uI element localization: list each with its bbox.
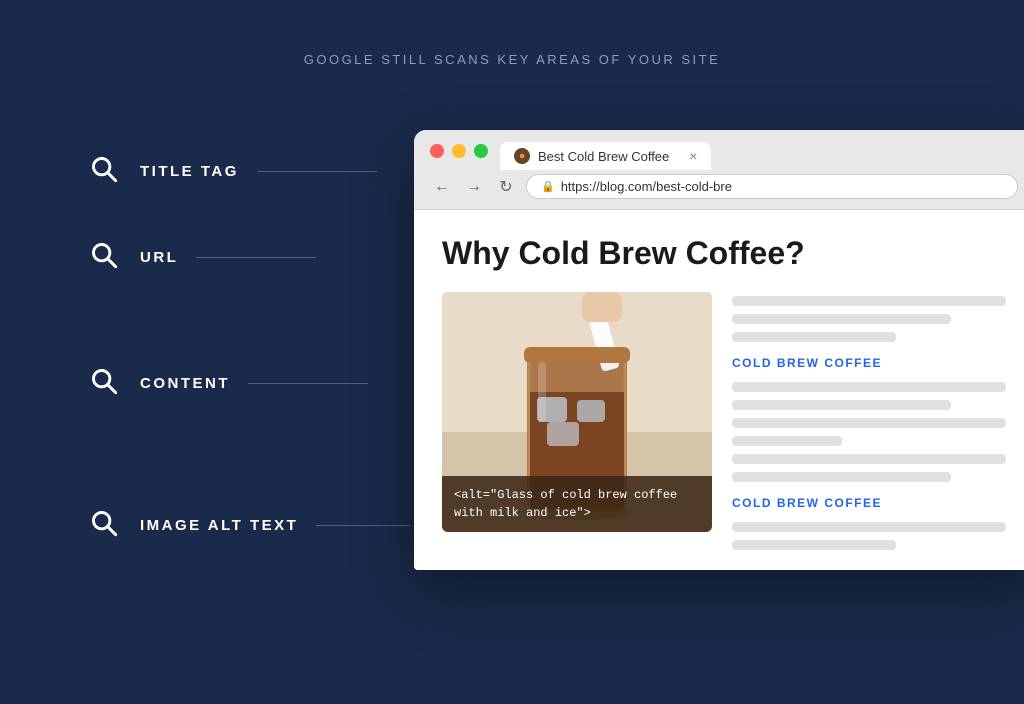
text-line-5 <box>732 400 951 410</box>
alt-text-overlay: <alt="Glass of cold brew coffee with mil… <box>442 476 712 532</box>
scan-item-content: CONTENT <box>90 367 410 399</box>
tab-favicon <box>514 148 530 164</box>
scan-item-image-alt: IMAGE ALT TEXT <box>90 509 410 541</box>
left-panel: TITLE TAG URL CONTENT <box>0 0 410 704</box>
search-icon-url <box>90 241 122 273</box>
sidebar-text-content: COLD BREW COFFEE COLD BREW COFFEE <box>732 292 1006 550</box>
text-line-10 <box>732 522 1006 532</box>
scan-line-title-tag <box>257 171 377 172</box>
scan-line-content <box>248 383 368 384</box>
traffic-light-yellow[interactable] <box>452 144 466 158</box>
keyword-2: COLD BREW COFFEE <box>732 496 1006 510</box>
text-line-1 <box>732 296 1006 306</box>
text-line-2 <box>732 314 951 324</box>
scan-item-title-tag: TITLE TAG <box>90 155 410 187</box>
browser-tab[interactable]: Best Cold Brew Coffee × <box>500 142 711 170</box>
browser-window: Best Cold Brew Coffee × ← → ↻ 🔒 https://… <box>414 130 1024 570</box>
page-heading: Why Cold Brew Coffee? <box>442 234 1006 272</box>
scan-label-url: URL <box>140 249 178 266</box>
content-area: <alt="Glass of cold brew coffee with mil… <box>442 292 1006 550</box>
keyword-1: COLD BREW COFFEE <box>732 356 1006 370</box>
refresh-button[interactable]: ↻ <box>494 175 518 199</box>
scan-line-url <box>196 257 316 258</box>
back-button[interactable]: ← <box>430 175 454 199</box>
search-icon-title-tag <box>90 155 122 187</box>
scan-label-content: CONTENT <box>140 375 230 392</box>
traffic-light-green[interactable] <box>474 144 488 158</box>
tab-close-button[interactable]: × <box>689 148 697 164</box>
scan-label-image-alt: IMAGE ALT TEXT <box>140 517 298 534</box>
browser-content: Why Cold Brew Coffee? <box>414 210 1024 570</box>
text-line-7 <box>732 436 842 446</box>
scan-item-url: URL <box>90 241 410 273</box>
text-line-8 <box>732 454 1006 464</box>
tab-title: Best Cold Brew Coffee <box>538 149 669 164</box>
address-text: https://blog.com/best-cold-bre <box>561 179 732 194</box>
browser-nav: ← → ↻ 🔒 https://blog.com/best-cold-bre <box>430 174 1018 199</box>
text-line-11 <box>732 540 896 550</box>
text-line-3 <box>732 332 896 342</box>
forward-button[interactable]: → <box>462 175 486 199</box>
alt-text-content: <alt="Glass of cold brew coffee with mil… <box>454 488 677 520</box>
search-icon-image-alt <box>90 509 122 541</box>
browser-chrome: Best Cold Brew Coffee × ← → ↻ 🔒 https://… <box>414 130 1024 210</box>
text-line-4 <box>732 382 1006 392</box>
lock-icon: 🔒 <box>541 180 555 193</box>
traffic-light-red[interactable] <box>430 144 444 158</box>
address-bar[interactable]: 🔒 https://blog.com/best-cold-bre <box>526 174 1018 199</box>
article-image-wrap: <alt="Glass of cold brew coffee with mil… <box>442 292 712 532</box>
search-icon-content <box>90 367 122 399</box>
scan-label-title-tag: TITLE TAG <box>140 163 239 180</box>
traffic-lights <box>430 144 488 158</box>
text-line-6 <box>732 418 1006 428</box>
scan-line-image-alt <box>316 525 410 526</box>
text-line-9 <box>732 472 951 482</box>
